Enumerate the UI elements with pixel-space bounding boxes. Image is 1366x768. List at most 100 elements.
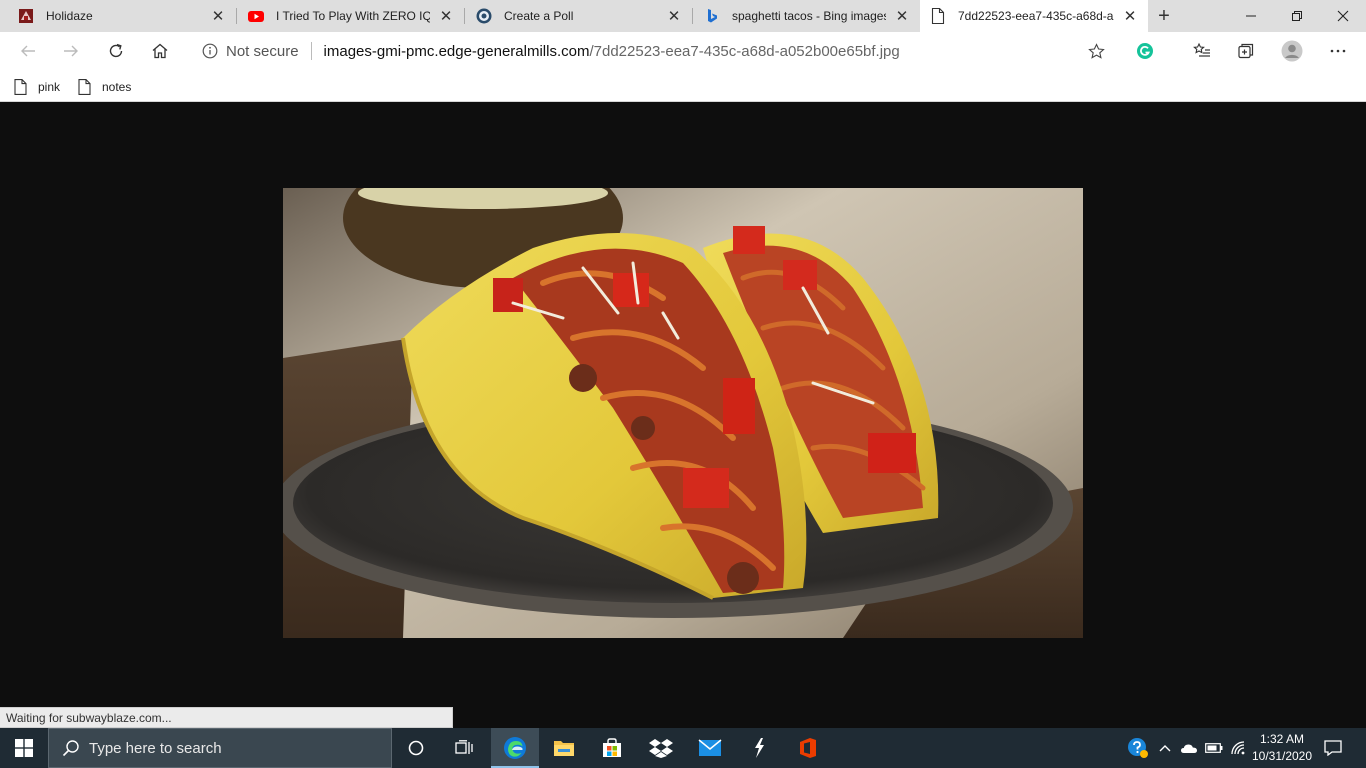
favorite-star-icon[interactable]	[1086, 41, 1106, 61]
taskbar-file-explorer-button[interactable]	[540, 728, 588, 768]
avatar-icon	[1281, 40, 1303, 62]
url-path: /7dd22523-eea7-435c-a68d-a052b00e65bf.jp…	[589, 42, 900, 60]
tab-separator	[464, 8, 465, 24]
tab-separator	[236, 8, 237, 24]
office-logo-icon	[800, 738, 816, 758]
notifications-button[interactable]	[1320, 728, 1346, 768]
lightning-app-icon	[755, 738, 764, 758]
task-view-button[interactable]	[440, 728, 488, 768]
document-icon	[78, 79, 92, 95]
wifi-icon	[1231, 741, 1245, 755]
info-icon[interactable]	[200, 41, 220, 61]
favorites-button[interactable]	[1186, 35, 1218, 67]
refresh-icon	[109, 43, 123, 58]
home-button[interactable]	[144, 35, 176, 67]
tab-title: Holidaze	[46, 9, 93, 23]
network-tray-button[interactable]	[1228, 728, 1248, 768]
tab-title: spaghetti tacos - Bing images	[732, 9, 886, 23]
taskbar-edge-button[interactable]	[491, 728, 539, 768]
tab-close-icon[interactable]: ✕	[436, 6, 456, 26]
address-divider	[310, 42, 312, 60]
system-clock[interactable]: 1:32 AM 10/31/2020	[1246, 731, 1318, 767]
status-bar: Waiting for subwayblaze.com...	[0, 707, 453, 728]
settings-more-button[interactable]	[1322, 35, 1354, 67]
cortana-button[interactable]	[392, 728, 440, 768]
minimize-button[interactable]	[1228, 0, 1274, 32]
tab-create-poll[interactable]: Create a Poll ✕	[466, 0, 692, 32]
bookmarks-bar: pink notes	[0, 70, 1366, 102]
tab-title: 7dd22523-eea7-435c-a68d-a0	[958, 9, 1114, 23]
profile-button[interactable]	[1276, 35, 1308, 67]
tab-separator	[692, 8, 693, 24]
taskbar-dropbox-button[interactable]	[637, 728, 685, 768]
start-button[interactable]	[0, 728, 48, 768]
clock-date: 10/31/2020	[1251, 749, 1313, 763]
back-button[interactable]	[12, 35, 44, 67]
collections-button[interactable]	[1230, 35, 1262, 67]
windows-logo-icon	[15, 739, 33, 757]
clock-time: 1:32 AM	[1259, 732, 1305, 746]
search-icon	[61, 738, 81, 758]
more-dots-icon	[1330, 49, 1346, 53]
document-favicon-icon	[930, 8, 946, 24]
arrow-left-icon	[21, 45, 35, 57]
spaghetti-tacos-photo[interactable]	[283, 188, 1083, 638]
home-icon	[152, 43, 168, 59]
poll-favicon-icon	[476, 8, 492, 24]
minimize-icon	[1246, 15, 1256, 17]
forward-button[interactable]	[55, 35, 87, 67]
restore-button[interactable]	[1274, 0, 1320, 32]
notification-speech-icon	[1324, 740, 1342, 756]
favorites-list-icon	[1193, 42, 1210, 57]
tab-youtube[interactable]: I Tried To Play With ZERO IQ Pl ✕	[238, 0, 464, 32]
security-label[interactable]: Not secure	[226, 43, 299, 60]
onedrive-tray-button[interactable]	[1178, 728, 1200, 768]
tab-image-active[interactable]: 7dd22523-eea7-435c-a68d-a0 ✕	[920, 0, 1148, 32]
holidaze-favicon-icon	[18, 8, 34, 24]
taskbar-search[interactable]: Type here to search	[48, 728, 392, 768]
food-photo-illustration	[283, 188, 1083, 638]
dropbox-icon	[649, 739, 673, 758]
refresh-button[interactable]	[100, 35, 132, 67]
bookmark-label: notes	[102, 80, 132, 94]
bing-favicon-icon	[704, 8, 720, 24]
tab-bing-images[interactable]: spaghetti tacos - Bing images ✕	[694, 0, 920, 32]
tab-strip: Holidaze ✕ I Tried To Play With ZERO IQ …	[0, 0, 1366, 32]
tab-title: Create a Poll	[504, 9, 574, 23]
bookmark-pink[interactable]: pink	[14, 76, 60, 98]
tab-title: I Tried To Play With ZERO IQ Pl	[276, 9, 430, 23]
close-window-button[interactable]	[1320, 0, 1366, 32]
mail-envelope-icon	[698, 739, 722, 756]
windows-taskbar: Type here to search 1:32 AM 10/31/2020	[0, 728, 1366, 768]
taskbar-mail-button[interactable]	[686, 728, 734, 768]
arrow-right-icon	[64, 45, 78, 57]
search-placeholder: Type here to search	[89, 739, 222, 757]
tab-close-icon[interactable]: ✕	[892, 6, 912, 26]
close-icon	[1337, 10, 1349, 22]
bookmark-notes[interactable]: notes	[78, 76, 131, 98]
taskbar-app-button[interactable]	[735, 728, 783, 768]
tab-close-icon[interactable]: ✕	[1120, 6, 1140, 26]
grammarly-extension-button[interactable]	[1129, 35, 1161, 67]
show-hidden-icons-button[interactable]	[1156, 728, 1174, 768]
help-tray-button[interactable]	[1124, 728, 1152, 768]
collections-icon	[1238, 43, 1254, 59]
task-view-icon	[455, 740, 473, 754]
grammarly-icon	[1137, 43, 1153, 59]
restore-icon	[1292, 11, 1302, 21]
address-bar[interactable]: Not secure images-gmi-pmc.edge-generalmi…	[188, 35, 1116, 67]
bookmark-label: pink	[38, 80, 61, 94]
cloud-icon	[1181, 744, 1197, 753]
battery-tray-button[interactable]	[1203, 728, 1225, 768]
taskbar-store-button[interactable]	[588, 728, 636, 768]
tab-holidaze[interactable]: Holidaze ✕	[8, 0, 236, 32]
new-tab-button[interactable]: +	[1152, 4, 1176, 28]
url-text[interactable]: images-gmi-pmc.edge-generalmills.com/7dd…	[324, 43, 900, 60]
cortana-circle-icon	[408, 740, 424, 756]
edge-browser-icon	[504, 737, 526, 759]
chevron-up-icon	[1159, 745, 1171, 752]
folder-icon	[554, 741, 574, 756]
tab-close-icon[interactable]: ✕	[664, 6, 684, 26]
taskbar-office-button[interactable]	[784, 728, 832, 768]
tab-close-icon[interactable]: ✕	[208, 6, 228, 26]
